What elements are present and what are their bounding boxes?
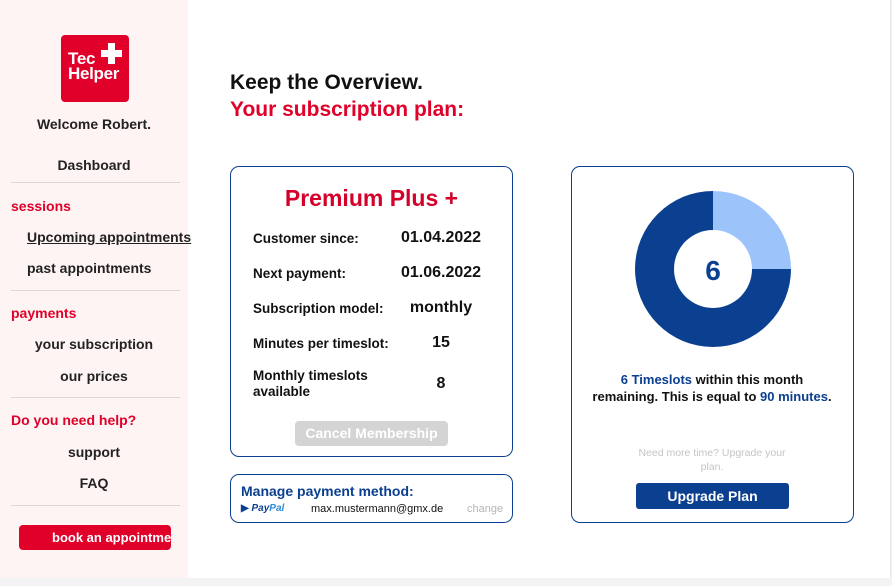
sidebar-item-upcoming-appointments[interactable]: Upcoming appointments	[27, 229, 191, 245]
minutes-per-timeslot-label: Minutes per timeslot:	[253, 336, 389, 351]
change-payment-link[interactable]: change	[467, 503, 503, 515]
page: Tec Helper Welcome Robert. Dashboard sess…	[0, 0, 891, 578]
customer-since-label: Customer since:	[253, 231, 359, 246]
sidebar-item-faq[interactable]: FAQ	[0, 475, 188, 491]
help-heading: Do you need help?	[11, 412, 137, 428]
timeslots-remaining-text: 6 Timeslots within this month remaining.…	[592, 372, 832, 404]
monthly-timeslots-label: Monthly timeslots available	[253, 368, 368, 399]
sessions-heading: sessions	[11, 198, 71, 214]
payment-method-card: Manage payment method: ▶ PayPal max.must…	[230, 474, 513, 523]
payments-heading: payments	[11, 305, 77, 321]
sidebar-item-your-subscription[interactable]: your subscription	[0, 336, 188, 352]
subscription-model-label: Subscription model:	[253, 301, 384, 316]
book-appointment-button[interactable]: book an appointment	[19, 525, 171, 550]
next-payment-value: 01.06.2022	[400, 264, 482, 281]
timeslot-donut-chart: 6	[635, 191, 791, 347]
timeslot-usage-card: 6 6 Timeslots within this month remainin…	[571, 166, 854, 523]
page-title: Keep the Overview.	[230, 71, 423, 94]
tec-helper-logo[interactable]: Tec Helper	[61, 35, 129, 102]
sidebar-item-past-appointments[interactable]: past appointments	[27, 260, 151, 276]
divider	[11, 182, 180, 183]
sidebar-item-our-prices[interactable]: our prices	[0, 368, 188, 384]
donut-center-number: 6	[705, 255, 721, 286]
customer-since-value: 01.04.2022	[400, 229, 482, 246]
sidebar: Tec Helper Welcome Robert. Dashboard sess…	[0, 0, 191, 578]
paypal-logo: ▶ PayPal	[241, 503, 285, 514]
welcome-text: Welcome Robert.	[36, 116, 152, 132]
sidebar-item-support[interactable]: support	[0, 444, 188, 460]
upgrade-plan-button[interactable]: Upgrade Plan	[636, 483, 789, 509]
cancel-membership-button[interactable]: Cancel Membership	[295, 421, 448, 446]
sidebar-item-dashboard[interactable]: Dashboard	[0, 157, 188, 173]
next-payment-label: Next payment:	[253, 266, 347, 281]
payment-email: max.mustermann@gmx.de	[311, 503, 444, 515]
subscription-plan-card: Premium Plus + Customer since: 01.04.202…	[230, 166, 513, 457]
subscription-model-value: monthly	[409, 299, 473, 316]
payment-method-title: Manage payment method:	[241, 483, 414, 499]
minutes-per-timeslot-value: 15	[432, 334, 450, 351]
monthly-timeslots-value: 8	[436, 375, 446, 392]
page-subtitle: Your subscription plan:	[230, 98, 465, 121]
upgrade-note: Need more time? Upgrade your plan.	[638, 447, 786, 473]
plan-title: Premium Plus +	[284, 185, 459, 211]
